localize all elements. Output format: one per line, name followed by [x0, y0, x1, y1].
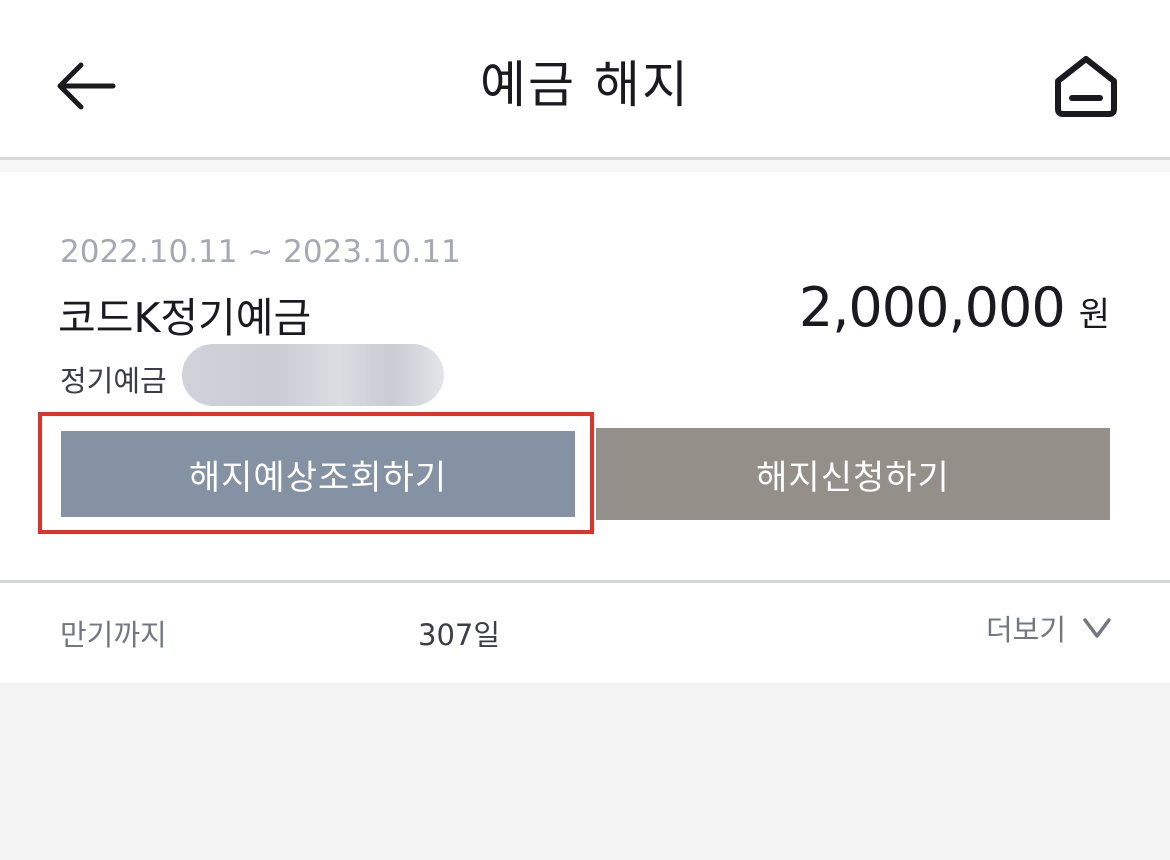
header-gap — [0, 160, 1170, 172]
more-label: 더보기 — [985, 613, 1066, 647]
back-button[interactable] — [44, 48, 128, 124]
maturity-label: 만기까지 — [60, 618, 167, 652]
estimate-termination-button[interactable]: 해지예상조회하기 — [58, 428, 578, 520]
page-title: 예금 해지 — [480, 56, 690, 114]
home-button[interactable] — [1044, 46, 1128, 126]
deposit-type: 정기예금 — [60, 364, 167, 398]
arrow-left-icon — [57, 62, 116, 110]
chevron-down-icon — [1082, 616, 1112, 640]
deposit-period: 2022.10.11 ~ 2023.10.11 — [60, 234, 461, 270]
deposit-amount: 2,000,000 원 — [799, 276, 1110, 339]
product-name: 코드K정기예금 — [58, 294, 312, 342]
currency-unit: 원 — [1078, 295, 1110, 335]
apply-termination-button[interactable]: 해지신청하기 — [596, 428, 1110, 520]
masked-account-number — [182, 344, 444, 406]
amount-value: 2,000,000 — [798, 276, 1066, 339]
more-button[interactable]: 더보기 — [986, 606, 1112, 650]
home-icon — [1055, 56, 1117, 117]
maturity-days: 307일 — [418, 618, 501, 652]
